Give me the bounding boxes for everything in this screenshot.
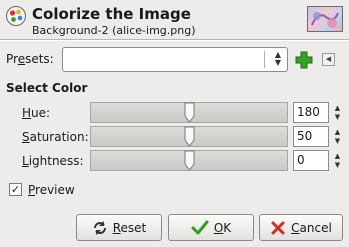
header-separator <box>0 39 349 41</box>
saturation-slider-handle[interactable] <box>184 126 195 147</box>
lightness-spin-arrows-icon[interactable]: ▲ ▼ <box>332 150 343 171</box>
ok-label: OK <box>213 220 232 235</box>
hue-spin-arrows-icon[interactable]: ▲ ▼ <box>332 102 343 123</box>
saturation-spin-arrows-icon[interactable]: ▲ ▼ <box>332 126 343 147</box>
cancel-x-icon <box>271 221 285 234</box>
colorize-icon <box>6 6 26 26</box>
lightness-slider-handle[interactable] <box>184 150 195 171</box>
dialog-title: Colorize the Image <box>32 5 191 23</box>
section-title: Select Color <box>6 81 88 95</box>
reset-icon <box>93 220 106 235</box>
check-icon <box>191 220 209 234</box>
hue-slider-handle[interactable] <box>184 102 195 123</box>
saturation-spinbox[interactable]: 50 <box>293 126 329 147</box>
saturation-slider[interactable] <box>90 126 288 147</box>
presets-label: Presets: <box>6 52 54 66</box>
presets-menu-icon[interactable]: ◀ <box>322 53 335 66</box>
cancel-button[interactable]: Cancel <box>259 214 343 241</box>
preview-label[interactable]: Preview <box>28 183 75 197</box>
preview-checkbox[interactable]: ✓ <box>9 183 22 196</box>
hue-slider[interactable] <box>90 102 288 123</box>
lightness-spinbox[interactable]: 0 <box>293 150 329 171</box>
checkmark-icon: ✓ <box>10 183 21 196</box>
hue-spinbox[interactable]: 180 <box>293 102 329 123</box>
add-preset-icon[interactable] <box>295 51 313 69</box>
hue-label: Hue: <box>22 106 51 120</box>
lightness-slider[interactable] <box>90 150 288 171</box>
ok-button[interactable]: OK <box>168 214 254 241</box>
layer-subtitle: Background-2 (alice-img.png) <box>32 24 196 37</box>
reset-button[interactable]: Reset <box>76 214 162 241</box>
image-thumbnail <box>307 6 343 32</box>
reset-label: Reset <box>112 220 147 235</box>
lightness-label: Lightness: <box>22 154 84 168</box>
updown-arrow-icon: ▲ ▼ <box>274 50 281 67</box>
combo-divider <box>264 51 265 68</box>
cancel-label: Cancel <box>291 220 332 235</box>
saturation-label: Saturation: <box>22 130 89 144</box>
presets-combobox[interactable]: ▲ ▼ <box>62 47 288 72</box>
